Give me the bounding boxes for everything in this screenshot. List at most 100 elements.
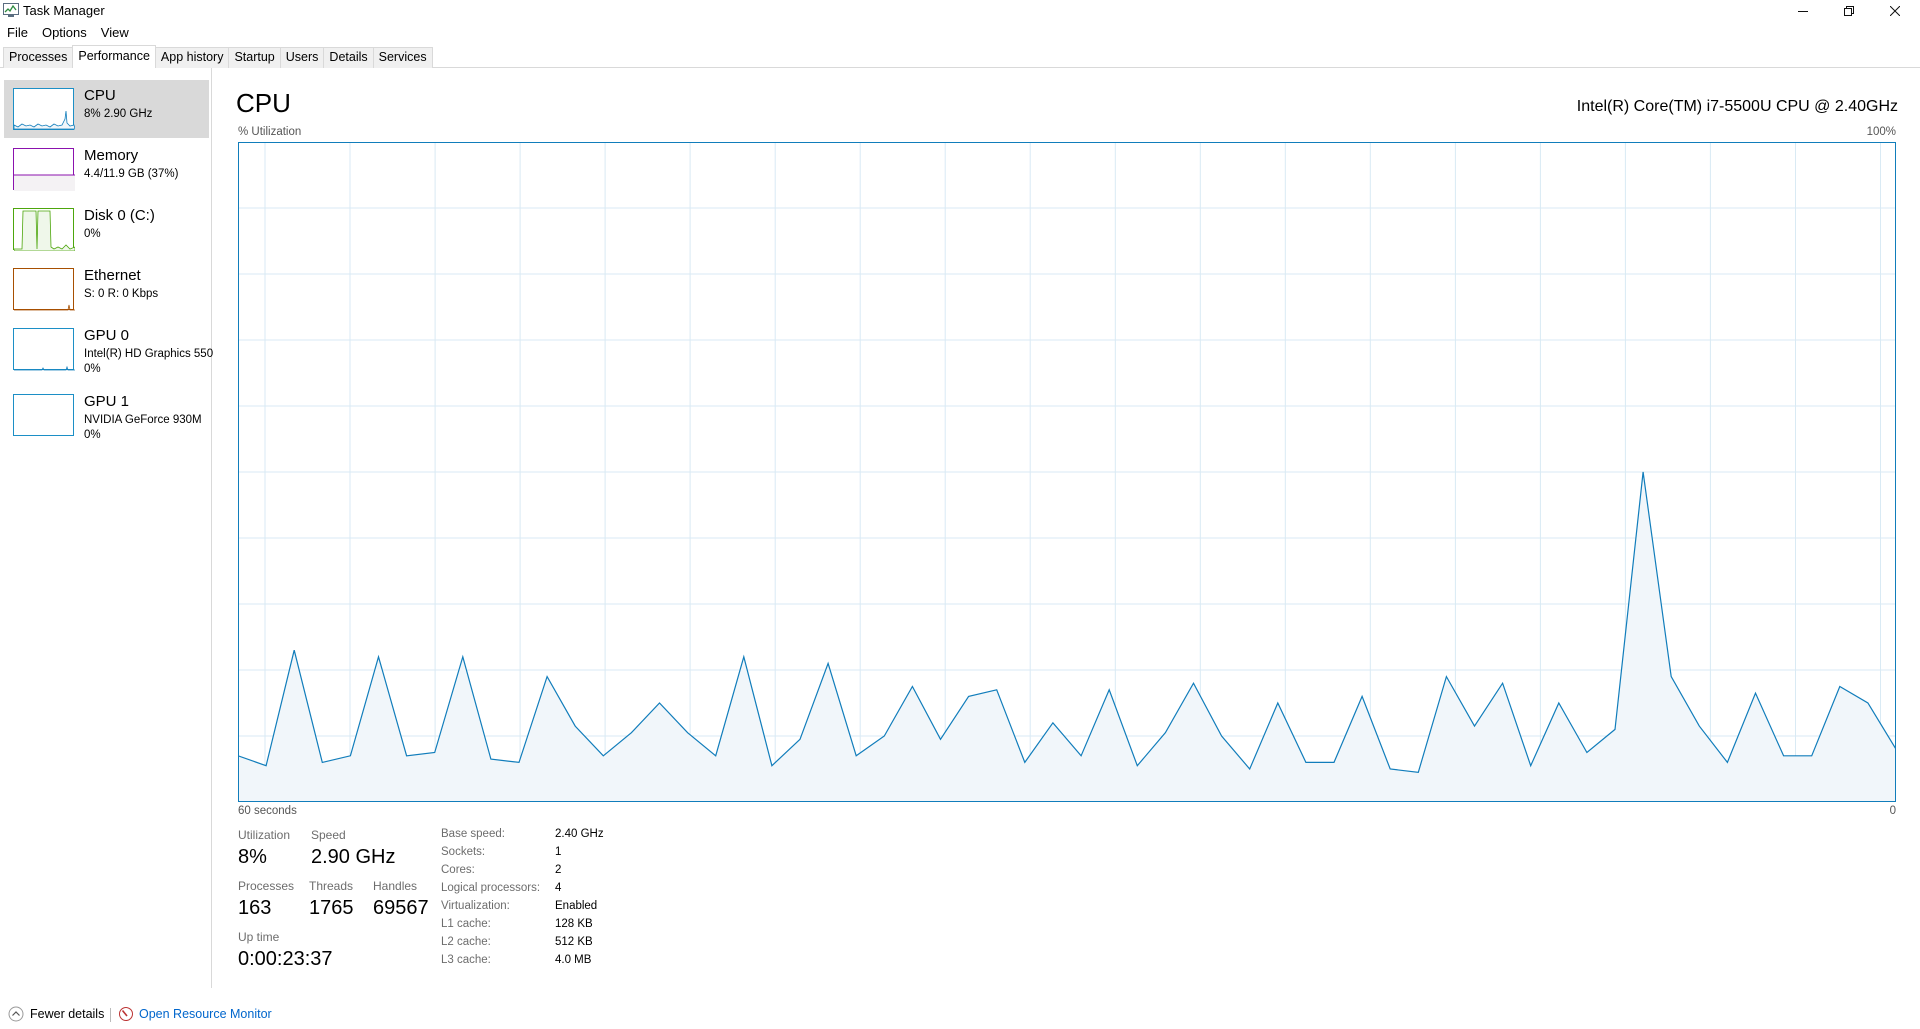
fewer-details-label: Fewer details	[30, 1007, 105, 1021]
title-bar[interactable]: Task Manager	[0, 0, 1920, 23]
disk-mini-graph	[13, 208, 75, 251]
x-axis-right-label: 0	[1889, 805, 1896, 817]
tab-startup[interactable]: Startup	[228, 47, 281, 68]
tab-details[interactable]: Details	[323, 47, 374, 68]
sidebar-cpu-sub: 8% 2.90 GHz	[84, 108, 153, 120]
menu-view[interactable]: View	[94, 23, 136, 43]
minimize-button[interactable]	[1780, 0, 1826, 22]
stat-threads: Threads 1765	[309, 879, 354, 920]
sidebar-memory-title: Memory	[84, 147, 139, 164]
cpu-model-name: Intel(R) Core(TM) i7-5500U CPU @ 2.40GHz	[1576, 98, 1898, 115]
spec-label: L3 cache:	[441, 954, 491, 966]
stat-handles-value: 69567	[373, 897, 429, 919]
stat-uptime-label: Up time	[238, 930, 280, 944]
y-axis-label: % Utilization	[238, 126, 302, 138]
spec-value: Enabled	[555, 900, 598, 912]
spec-label: Sockets:	[441, 846, 486, 858]
open-resource-monitor-link[interactable]: Open Resource Monitor	[118, 1006, 272, 1022]
sidebar-memory-sub: 4.4/11.9 GB (37%)	[84, 168, 179, 180]
restore-button[interactable]	[1826, 0, 1872, 22]
stat-uptime-value: 0:00:23:37	[238, 948, 333, 970]
cpu-mini-graph	[13, 88, 75, 130]
stat-processes-value: 163	[238, 897, 272, 919]
tab-services[interactable]: Services	[372, 47, 433, 68]
sidebar-item-cpu[interactable]: CPU 8% 2.90 GHz	[4, 80, 209, 138]
spec-value: 1	[555, 846, 562, 858]
footer-divider	[110, 1008, 111, 1022]
memory-mini-graph	[13, 148, 75, 191]
stat-utilization: Utilization 8%	[238, 828, 290, 869]
cpu-area-fill	[238, 472, 1896, 802]
spec-value: 2	[555, 864, 562, 876]
spec-label: L1 cache:	[441, 918, 491, 930]
stat-speed: Speed 2.90 GHz	[311, 828, 395, 869]
stat-speed-label: Speed	[311, 828, 346, 842]
gpu0-mini-graph	[13, 328, 75, 371]
cpu-detail-panel: CPU Intel(R) Core(TM) i7-5500U CPU @ 2.4…	[213, 68, 1920, 988]
y-axis-max-label: 100%	[1866, 126, 1896, 138]
spec-value: 128 KB	[555, 918, 593, 930]
menu-options[interactable]: Options	[35, 23, 94, 43]
gpu1-mini-graph	[13, 394, 74, 436]
stat-utilization-label: Utilization	[238, 828, 291, 842]
restore-icon	[1844, 6, 1854, 16]
stat-threads-value: 1765	[309, 897, 354, 919]
stat-threads-label: Threads	[309, 879, 354, 893]
ethernet-mini-graph	[13, 268, 75, 311]
sidebar-disk-title: Disk 0 (C:)	[84, 207, 155, 224]
fewer-details-button[interactable]: Fewer details	[8, 1006, 104, 1022]
page-title: CPU	[236, 88, 291, 118]
spec-value: 4.0 MB	[555, 954, 592, 966]
spec-label: Virtualization:	[441, 900, 510, 912]
spec-label: Base speed:	[441, 828, 505, 840]
tab-app-history[interactable]: App history	[154, 47, 230, 68]
tab-performance[interactable]: Performance	[72, 45, 156, 68]
spec-label: Logical processors:	[441, 882, 541, 894]
sidebar-item-gpu0[interactable]: GPU 0 Intel(R) HD Graphics 550 0%	[4, 320, 213, 378]
spec-value: 4	[555, 882, 562, 894]
tab-users[interactable]: Users	[279, 47, 325, 68]
chevron-up-icon	[8, 1006, 24, 1022]
menu-bar: File Options View	[0, 23, 136, 43]
resource-monitor-icon	[119, 1007, 133, 1021]
tab-processes[interactable]: Processes	[3, 47, 74, 68]
tab-bar: Processes Performance App history Startu…	[0, 45, 1920, 68]
spec-label: Cores:	[441, 864, 475, 876]
sidebar-gpu1-usage: 0%	[84, 429, 101, 441]
task-manager-app-icon	[3, 3, 19, 17]
stat-speed-value: 2.90 GHz	[311, 846, 396, 868]
close-button[interactable]	[1872, 0, 1918, 22]
sidebar-gpu0-sub: Intel(R) HD Graphics 550	[84, 348, 214, 360]
sidebar-cpu-title: CPU	[84, 87, 116, 104]
close-icon	[1890, 6, 1900, 16]
sidebar-gpu1-title: GPU 1	[84, 393, 130, 410]
status-footer: Fewer details Open Resource Monitor	[0, 1003, 1920, 1029]
sidebar-gpu1-sub: NVIDIA GeForce 930M	[84, 414, 202, 426]
x-axis-left-label: 60 seconds	[238, 805, 297, 817]
minimize-icon	[1798, 11, 1808, 12]
stat-uptime: Up time 0:00:23:37	[238, 930, 333, 971]
cpu-chart-svg	[238, 142, 1896, 802]
cpu-utilization-graph	[238, 142, 1896, 802]
menu-file[interactable]: File	[0, 23, 35, 43]
sidebar-item-memory[interactable]: Memory 4.4/11.9 GB (37%)	[4, 140, 209, 198]
sidebar-ethernet-sub: S: 0 R: 0 Kbps	[84, 288, 159, 300]
stat-processes-label: Processes	[238, 879, 295, 893]
spec-value: 2.40 GHz	[555, 828, 604, 840]
spec-value: 512 KB	[555, 936, 593, 948]
sidebar-item-ethernet[interactable]: Ethernet S: 0 R: 0 Kbps	[4, 260, 209, 318]
open-resource-monitor-label: Open Resource Monitor	[139, 1007, 272, 1021]
sidebar-gpu0-usage: 0%	[84, 363, 101, 375]
sidebar-disk-sub: 0%	[84, 228, 101, 240]
sidebar-item-disk[interactable]: Disk 0 (C:) 0%	[4, 200, 209, 258]
sidebar-item-gpu1[interactable]: GPU 1 NVIDIA GeForce 930M 0%	[4, 386, 209, 444]
performance-sidebar: CPU 8% 2.90 GHz Memory 4.4/11.9 GB (37%)…	[0, 68, 213, 988]
window-title: Task Manager	[23, 3, 105, 18]
stat-handles: Handles 69567	[373, 879, 429, 920]
task-manager-window: Task Manager File Options View Processes…	[0, 0, 1920, 1029]
stat-utilization-value: 8%	[238, 846, 267, 868]
sidebar-gpu0-title: GPU 0	[84, 327, 130, 344]
stat-processes: Processes 163	[238, 879, 294, 920]
stat-handles-label: Handles	[373, 879, 418, 893]
spec-label: L2 cache:	[441, 936, 491, 948]
